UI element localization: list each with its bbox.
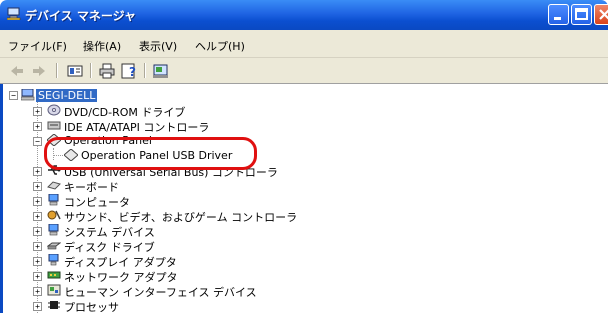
computer-icon [21, 89, 35, 101]
tree-root[interactable]: − SEGI-DELL [0, 88, 600, 103]
close-button[interactable] [594, 4, 608, 25]
sound-icon [47, 210, 61, 220]
expand-toggle[interactable]: + [33, 287, 42, 296]
expand-toggle[interactable]: + [33, 122, 42, 131]
tree-root-label: SEGI-DELL [36, 89, 98, 102]
help-icon[interactable]: ? [120, 62, 138, 80]
minimize-icon [554, 17, 561, 20]
expand-toggle[interactable]: + [33, 212, 42, 221]
tree-item-ide[interactable]: + IDE ATA/ATAPI コントローラ [0, 118, 600, 134]
computer-icon [48, 194, 59, 206]
processor-icon [48, 301, 60, 309]
menu-file[interactable]: ファイル(F) [8, 38, 67, 54]
maximize-icon [575, 8, 588, 20]
title-bar[interactable]: デバイス マネージャ [0, 0, 608, 30]
menu-help[interactable]: ヘルプ(H) [195, 38, 245, 54]
highlight-annotation [44, 137, 257, 170]
keyboard-icon [47, 181, 61, 190]
hid-icon [47, 284, 61, 296]
tree-item-computer[interactable]: + コンピュータ [0, 193, 600, 209]
expand-toggle[interactable]: + [33, 257, 42, 266]
window-title: デバイス マネージャ [25, 9, 136, 23]
expand-toggle[interactable]: + [33, 197, 42, 206]
system-device-icon [48, 224, 59, 236]
tree-item-sound[interactable]: + サウンド、ビデオ、およびゲーム コントローラ [0, 208, 600, 224]
display-adapter-icon [48, 254, 59, 266]
toolbar-separator [144, 63, 146, 78]
tree-item-dvd[interactable]: + DVD/CD-ROM ドライブ [0, 103, 600, 119]
maximize-button[interactable] [571, 4, 592, 25]
tree-item-keyboard[interactable]: + キーボード [0, 178, 600, 194]
properties-icon[interactable] [66, 62, 84, 80]
tree-item-network-adapters[interactable]: + ネットワーク アダプタ [0, 268, 600, 284]
menu-view[interactable]: 表示(V) [139, 38, 177, 54]
menu-action[interactable]: 操作(A) [83, 38, 121, 54]
scan-hardware-icon[interactable] [152, 62, 170, 80]
cdrom-icon [47, 104, 61, 116]
minimize-button[interactable] [548, 4, 569, 25]
forward-arrow-icon[interactable] [30, 62, 48, 80]
expand-toggle[interactable]: + [33, 272, 42, 281]
expand-toggle[interactable]: + [33, 242, 42, 251]
expand-toggle[interactable]: + [33, 302, 42, 311]
back-arrow-icon[interactable] [8, 62, 26, 80]
expand-toggle[interactable]: + [33, 167, 42, 176]
collapse-toggle[interactable]: − [9, 91, 18, 100]
print-icon[interactable] [98, 62, 116, 80]
toolbar: ? [0, 58, 608, 84]
disk-drive-icon [47, 242, 61, 250]
tree-item-hid[interactable]: + ヒューマン インターフェイス デバイス [0, 283, 600, 299]
expand-toggle[interactable]: + [33, 227, 42, 236]
menu-bar: ファイル(F) 操作(A) 表示(V) ヘルプ(H) [0, 30, 608, 58]
expand-toggle[interactable]: + [33, 182, 42, 191]
toolbar-separator [90, 63, 92, 78]
tree-item-disk-drives[interactable]: + ディスク ドライブ [0, 238, 600, 254]
svg-text:?: ? [129, 65, 136, 79]
device-tree: − SEGI-DELL + DVD/CD-ROM ドライブ + IDE ATA/… [0, 84, 608, 314]
tree-item-system-devices[interactable]: + システム デバイス [0, 223, 600, 239]
device-manager-icon [7, 7, 21, 20]
network-adapter-icon [47, 271, 61, 279]
toolbar-separator [56, 63, 58, 78]
collapse-toggle[interactable]: − [33, 137, 42, 146]
expand-toggle[interactable]: + [33, 107, 42, 116]
ide-controller-icon [47, 121, 61, 130]
tree-item-display-adapters[interactable]: + ディスプレイ アダプタ [0, 253, 600, 269]
tree-item-processor[interactable]: + プロセッサ [0, 298, 600, 314]
close-icon [599, 9, 608, 20]
